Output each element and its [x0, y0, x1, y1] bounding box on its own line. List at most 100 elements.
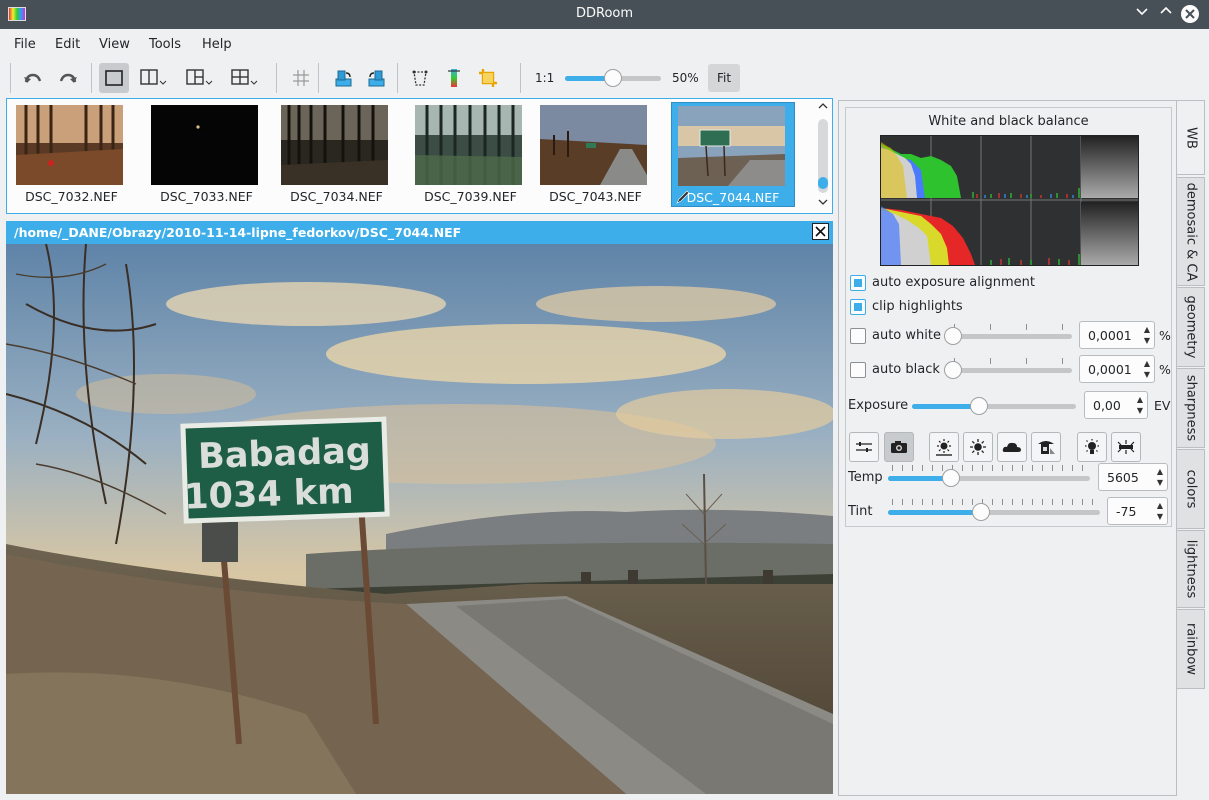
menu-tools[interactable]: Tools	[149, 37, 181, 52]
menu-help[interactable]: Help	[202, 37, 232, 52]
fluorescent-icon	[1117, 440, 1135, 454]
wb-camera-button[interactable]	[884, 432, 914, 462]
auto-black-value: 0,0001	[1088, 362, 1132, 377]
wb-shade-button[interactable]	[1031, 432, 1061, 462]
wb-custom-button[interactable]	[849, 432, 879, 462]
menu-file[interactable]: File	[14, 37, 36, 52]
tab-rainbow[interactable]: rainbow	[1177, 609, 1205, 689]
tab-geometry[interactable]: geometry	[1177, 287, 1205, 367]
auto-black-ticks	[954, 358, 1072, 364]
temp-spinbox[interactable]: 5605 ▲ ▼	[1098, 463, 1168, 491]
split-three-button[interactable]	[182, 63, 220, 93]
auto-white-ticks	[954, 324, 1072, 330]
exposure-spinbox[interactable]: 0,00 ▲ ▼	[1084, 391, 1148, 419]
rotate-left-button[interactable]	[328, 63, 358, 93]
zoom-1-1-label[interactable]: 1:1	[535, 71, 554, 85]
window-title: DDRoom	[575, 6, 634, 21]
wb-sunny-button[interactable]	[963, 432, 993, 462]
menu-view[interactable]: View	[99, 37, 130, 52]
thumbnail-item[interactable]: DSC_7043.NEF	[534, 102, 657, 207]
split-four-button[interactable]	[227, 63, 265, 93]
spin-arrows-icon[interactable]: ▲ ▼	[1144, 358, 1150, 380]
thumbnail-item[interactable]: DSC_7034.NEF	[275, 102, 398, 207]
tab-sharpness[interactable]: sharpness	[1177, 368, 1205, 448]
tab-label: geometry	[1183, 295, 1198, 359]
close-image-button[interactable]	[812, 223, 829, 240]
minimize-button[interactable]	[1133, 5, 1151, 23]
auto-black-checkbox[interactable]	[850, 362, 866, 378]
wb-daylight-button[interactable]	[929, 432, 959, 462]
tab-demosaic-ca[interactable]: demosaic & CA	[1177, 177, 1205, 286]
exposure-slider[interactable]	[912, 397, 1076, 415]
scrollbar-handle[interactable]	[818, 177, 828, 189]
menu-edit[interactable]: Edit	[55, 37, 80, 52]
tab-wb[interactable]: WB	[1177, 100, 1205, 175]
toolbar-separator	[397, 63, 398, 93]
scroll-up-button[interactable]	[818, 102, 828, 113]
fit-button[interactable]: Fit	[708, 64, 740, 92]
slider-handle[interactable]	[944, 327, 962, 345]
tab-lightness[interactable]: lightness	[1177, 530, 1205, 608]
tab-colors[interactable]: colors	[1177, 449, 1205, 529]
thumbnail-item[interactable]: DSC_7033.NEF	[145, 102, 268, 207]
tab-label: WB	[1183, 126, 1198, 149]
levels-button[interactable]	[439, 63, 469, 93]
photo-view[interactable]: Babadag 1034 km	[6, 244, 833, 794]
auto-white-label: auto white	[872, 328, 941, 343]
rotate-right-button[interactable]	[362, 63, 392, 93]
tab-label: sharpness	[1183, 374, 1198, 442]
spin-arrows-icon[interactable]: ▲ ▼	[1157, 466, 1163, 488]
auto-black-spinbox[interactable]: 0,0001 ▲ ▼	[1079, 355, 1155, 383]
slider-handle[interactable]	[942, 469, 960, 487]
thumbnail-label: DSC_7034.NEF	[290, 189, 383, 204]
filmstrip-scrollbar[interactable]	[818, 119, 828, 193]
wb-tungsten-button[interactable]	[1077, 432, 1107, 462]
auto-white-spinbox[interactable]: 0,0001 ▲ ▼	[1079, 321, 1155, 349]
auto-white-slider[interactable]	[944, 327, 1072, 345]
keystone-button[interactable]	[405, 63, 435, 93]
grid-icon	[293, 70, 309, 86]
slider-handle[interactable]	[944, 361, 962, 379]
close-icon	[815, 226, 826, 237]
clip-highlights-checkbox[interactable]	[850, 299, 866, 315]
image-path: /home/_DANE/Obrazy/2010-11-14-lipne_fedo…	[14, 225, 462, 240]
spin-arrows-icon[interactable]: ▲ ▼	[1137, 394, 1143, 416]
close-window-button[interactable]	[1181, 5, 1199, 23]
temp-slider[interactable]	[888, 469, 1090, 487]
wb-cloudy-button[interactable]	[997, 432, 1027, 462]
thumbnail-item[interactable]: DSC_7032.NEF	[10, 102, 133, 207]
slider-handle[interactable]	[970, 397, 988, 415]
auto-black-slider[interactable]	[944, 361, 1072, 379]
spin-arrows-icon[interactable]: ▲ ▼	[1144, 324, 1150, 346]
thumbnail-item[interactable]: DSC_7039.NEF	[409, 102, 532, 207]
spin-arrows-icon[interactable]: ▲ ▼	[1157, 500, 1163, 522]
single-view-button[interactable]	[99, 63, 129, 93]
filmstrip: DSC_7032.NEF DSC_7033.NEF DSC_7034.NEF D…	[6, 98, 833, 214]
temp-value: 5605	[1107, 470, 1139, 485]
maximize-button[interactable]	[1157, 5, 1175, 23]
wb-fluorescent-button[interactable]	[1111, 432, 1141, 462]
exposure-label: Exposure	[848, 398, 909, 413]
zoom-slider-handle[interactable]	[604, 69, 622, 87]
grid-overlay-button[interactable]	[286, 63, 316, 93]
image-view-header: /home/_DANE/Obrazy/2010-11-14-lipne_fedo…	[6, 221, 833, 244]
sun-icon	[970, 439, 986, 455]
sign-text-line1: Babadag	[197, 431, 371, 477]
slider-handle[interactable]	[972, 503, 990, 521]
auto-exposure-alignment-checkbox[interactable]	[850, 275, 866, 291]
slider-fill	[888, 510, 980, 515]
zoom-slider[interactable]	[565, 69, 661, 87]
tint-slider[interactable]	[888, 503, 1100, 521]
photo-image: Babadag 1034 km	[6, 244, 833, 794]
redo-button[interactable]	[53, 63, 83, 93]
crop-button[interactable]	[473, 63, 503, 93]
split-vertical-button[interactable]	[136, 63, 174, 93]
tint-spinbox[interactable]: -75 ▲ ▼	[1107, 497, 1168, 525]
sign-text-line2: 1034 km	[184, 472, 355, 518]
auto-white-checkbox[interactable]	[850, 328, 866, 344]
scroll-down-button[interactable]	[818, 198, 828, 209]
bulb-icon	[1085, 439, 1099, 454]
toolbar-separator	[91, 63, 92, 93]
thumbnail-item-selected[interactable]: DSC_7044.NEF	[671, 102, 795, 207]
undo-button[interactable]	[18, 63, 48, 93]
